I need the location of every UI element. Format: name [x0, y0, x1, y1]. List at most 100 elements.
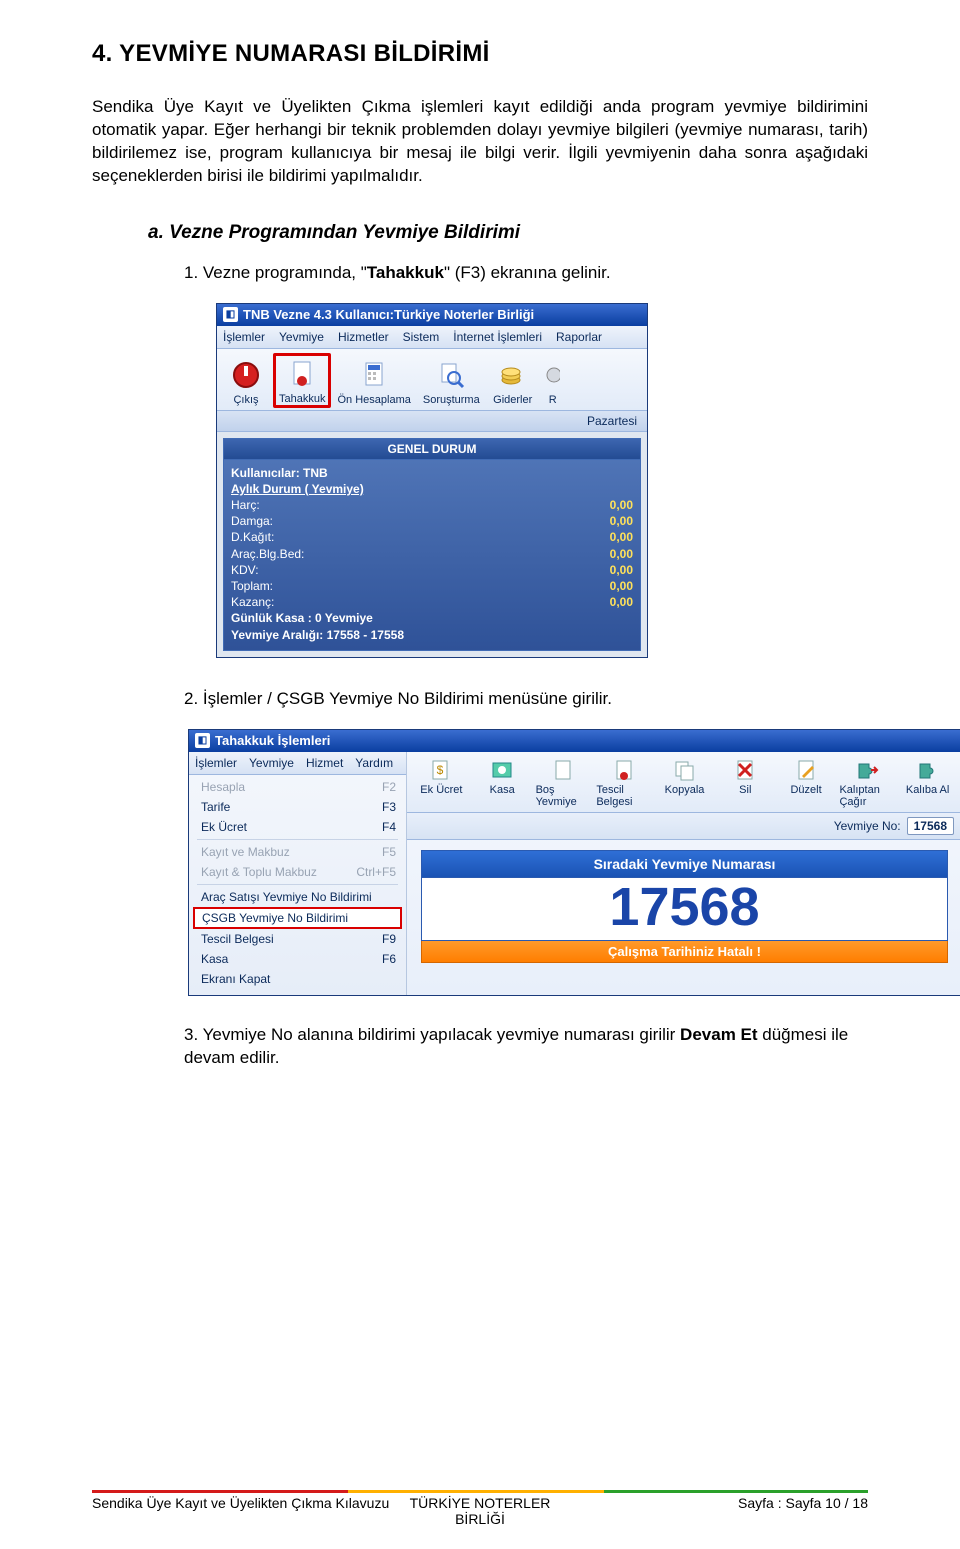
- step-2: 2. İşlemler / ÇSGB Yevmiye No Bildirimi …: [184, 688, 868, 711]
- panel-header: GENEL DURUM: [223, 438, 641, 460]
- toolbar-partial-button[interactable]: R: [540, 356, 566, 408]
- tb-ekucret[interactable]: $Ek Ücret: [411, 755, 472, 810]
- tb-bosyevmiye[interactable]: Boş Yevmiye: [533, 755, 594, 810]
- mi-label: Kayıt ve Makbuz: [201, 845, 290, 859]
- toolbar-onhesaplama-button[interactable]: Ön Hesaplama: [331, 356, 416, 408]
- tb-sil[interactable]: Sil: [715, 755, 776, 810]
- menubar-2[interactable]: İşlemler Yevmiye Hizmet Yardım: [189, 752, 406, 775]
- right-content-panel: $Ek Ücret Kasa Boş Yevmiye Tescil Belges…: [407, 752, 960, 995]
- menu-yevmiye[interactable]: Yevmiye: [279, 330, 324, 344]
- menu2-yevmiye[interactable]: Yevmiye: [249, 756, 294, 770]
- tb-label: Düzelt: [790, 784, 821, 796]
- edit-icon: [792, 757, 820, 783]
- mi-shortcut: F3: [382, 800, 396, 814]
- coins-icon: [495, 358, 531, 392]
- tb-kaliptancagir[interactable]: Kalıptan Çağır: [836, 755, 897, 810]
- toolbar-tahakkuk-button[interactable]: Tahakkuk: [273, 353, 331, 408]
- yevmiye-no-row: Yevmiye No: 17568: [407, 813, 960, 840]
- row-v: 0,00: [610, 562, 633, 578]
- document-icon: $: [427, 757, 455, 783]
- toolbar-2: $Ek Ücret Kasa Boş Yevmiye Tescil Belges…: [407, 752, 960, 813]
- document-icon: [284, 357, 320, 391]
- tb-label: Ek Ücret: [420, 784, 462, 796]
- menu-item-ekranikapat[interactable]: Ekranı Kapat: [193, 969, 402, 989]
- subsection-heading-a: a. Vezne Programından Yevmiye Bildirimi: [148, 222, 868, 244]
- tb-kopyala[interactable]: Kopyala: [654, 755, 715, 810]
- mi-label: Tarife: [201, 800, 230, 814]
- row-dkagit: D.Kağıt:0,00: [231, 529, 633, 545]
- tb-label: Sil: [739, 784, 751, 796]
- menu2-hizmet[interactable]: Hizmet: [306, 756, 343, 770]
- mi-label: Ek Ücret: [201, 820, 247, 834]
- toolbar-tahakkuk-label: Tahakkuk: [279, 393, 325, 405]
- status-panel: GENEL DURUM Kullanıcılar: TNB Aylık Duru…: [217, 432, 647, 657]
- tb-kalibaal[interactable]: Kalıba Al: [897, 755, 958, 810]
- warning-banner: Çalışma Tarihiniz Hatalı !: [421, 941, 948, 963]
- step-1-pre: 1. Vezne programında, ": [184, 263, 367, 282]
- row-k: Damga:: [231, 513, 273, 529]
- toolbar: Çıkış Tahakkuk Ön Hesaplama Soruşturma G…: [217, 349, 647, 411]
- mi-label: Kasa: [201, 952, 228, 966]
- puzzle-in-icon: [914, 757, 942, 783]
- panel-aralik: Yevmiye Aralığı: 17558 - 17558: [231, 627, 633, 643]
- row-harc: Harç:0,00: [231, 497, 633, 513]
- menubar[interactable]: İşlemler Yevmiye Hizmetler Sistem İntern…: [217, 326, 647, 349]
- left-menu-panel: İşlemler Yevmiye Hizmet Yardım Hesapla F2…: [189, 752, 407, 995]
- step-3-bold: Devam Et: [680, 1025, 757, 1044]
- menu-internet[interactable]: İnternet İşlemleri: [453, 330, 542, 344]
- dropdown-menu-list: Hesapla F2 Tarife F3 Ek ÜcretF4 Kayıt ve M…: [189, 775, 406, 995]
- mi-shortcut: F2: [382, 780, 396, 794]
- menu-item-csgb-yevmiye[interactable]: ÇSGB Yevmiye No Bildirimi: [193, 907, 402, 929]
- panel-gunluk: Günlük Kasa : 0 Yevmiye: [231, 610, 633, 626]
- menu-separator: [197, 839, 398, 840]
- menu-item-kasa[interactable]: KasaF6: [193, 949, 402, 969]
- menu-item-kayittoplu[interactable]: Kayıt & Toplu MakbuzCtrl+F5: [193, 862, 402, 882]
- section-heading: 4. YEVMİYE NUMARASI BİLDİRİMİ: [92, 40, 868, 68]
- tb-label: Tescil Belgesi: [596, 784, 651, 808]
- step-3: 3. Yevmiye No alanına bildirimi yapılaca…: [184, 1024, 868, 1070]
- puzzle-out-icon: [853, 757, 881, 783]
- panel-users: Kullanıcılar: TNB: [231, 465, 633, 481]
- gear-icon: [546, 358, 560, 392]
- menu-sistem[interactable]: Sistem: [403, 330, 440, 344]
- menu-item-hesapla[interactable]: Hesapla F2: [193, 777, 402, 797]
- tb-kasa[interactable]: Kasa: [472, 755, 533, 810]
- yevmiye-no-value[interactable]: 17568: [907, 817, 954, 835]
- toolbar-giderler-button[interactable]: Giderler: [486, 356, 540, 408]
- menu-raporlar[interactable]: Raporlar: [556, 330, 602, 344]
- mi-label: Ekranı Kapat: [201, 972, 270, 986]
- menu-item-ekucret[interactable]: Ek ÜcretF4: [193, 817, 402, 837]
- tb-tescil[interactable]: Tescil Belgesi: [593, 755, 654, 810]
- menu-item-aracsatisi[interactable]: Araç Satışı Yevmiye No Bildirimi: [193, 887, 402, 907]
- row-kdv: KDV:0,00: [231, 562, 633, 578]
- app-icon: ◧: [223, 307, 238, 322]
- row-k: Toplam:: [231, 578, 273, 594]
- footer-right: Sayfa : Sayfa 10 / 18: [558, 1495, 868, 1527]
- footer-colorbar: [92, 1490, 868, 1493]
- tb-duzelt[interactable]: Düzelt: [776, 755, 837, 810]
- row-v: 0,00: [610, 513, 633, 529]
- tb-label: Kopyala: [665, 784, 705, 796]
- day-label: Pazartesi: [217, 411, 647, 432]
- row-k: Harç:: [231, 497, 260, 513]
- mi-label: Hesapla: [201, 780, 245, 794]
- row-k: Araç.Blg.Bed:: [231, 546, 304, 562]
- toolbar-sorusturma-button[interactable]: Soruşturma: [417, 356, 486, 408]
- mi-label: Araç Satışı Yevmiye No Bildirimi: [201, 890, 372, 904]
- menu-hizmetler[interactable]: Hizmetler: [338, 330, 389, 344]
- panel-body: Kullanıcılar: TNB Aylık Durum ( Yevmiye)…: [223, 460, 641, 651]
- toolbar-cikis-button[interactable]: Çıkış: [219, 356, 273, 408]
- menu2-islemler[interactable]: İşlemler: [195, 756, 237, 770]
- screenshot-vezne-app: ◧ TNB Vezne 4.3 Kullanıcı:Türkiye Noterl…: [216, 303, 648, 658]
- safe-icon: [488, 757, 516, 783]
- menu-item-tescil[interactable]: Tescil BelgesiF9: [193, 929, 402, 949]
- menu-item-kayitmakbuz[interactable]: Kayıt ve MakbuzF5: [193, 842, 402, 862]
- menu2-yardim[interactable]: Yardım: [355, 756, 393, 770]
- row-v: 0,00: [610, 546, 633, 562]
- menu-islemler[interactable]: İşlemler: [223, 330, 265, 344]
- mi-label: Kayıt & Toplu Makbuz: [201, 865, 317, 879]
- certificate-icon: [610, 757, 638, 783]
- search-icon: [433, 358, 469, 392]
- row-toplam: Toplam:0,00: [231, 578, 633, 594]
- menu-item-tarife[interactable]: Tarife F3: [193, 797, 402, 817]
